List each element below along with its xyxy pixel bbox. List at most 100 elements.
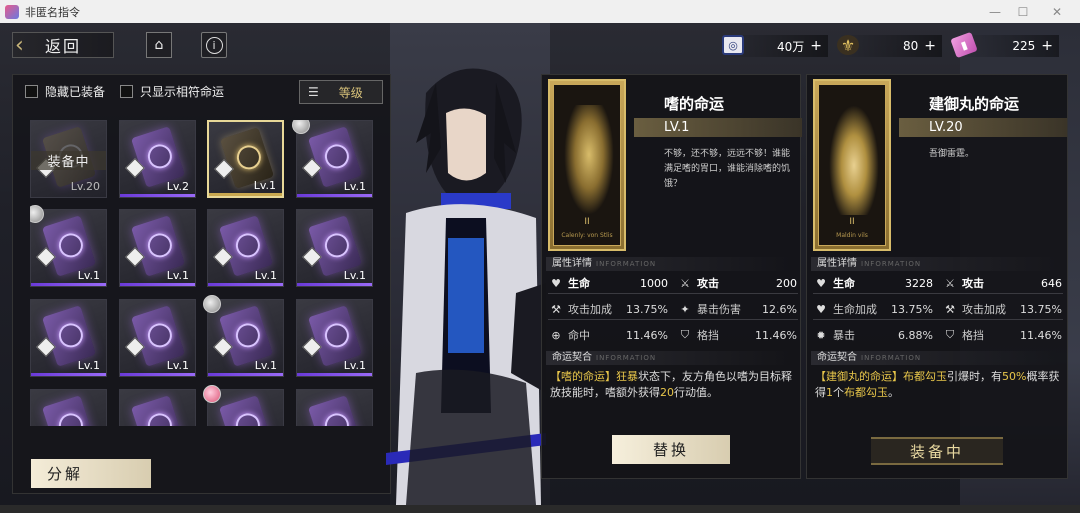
fate-card[interactable]: Lv.1 — [207, 120, 284, 198]
fate-card-art — [307, 395, 363, 426]
stat-label: 格挡 — [962, 329, 984, 342]
fate-card[interactable]: Lv.1 — [296, 209, 373, 287]
fate-card-art — [130, 395, 186, 426]
back-button[interactable]: ‹ 返回 — [12, 32, 114, 58]
fate-inventory-panel: 隐藏已装备 只显示相符命运 ☰ 等级 装备中 Lv.20 Lv.2 Lv.1 Lv.1 L… — [12, 74, 391, 494]
checkbox[interactable] — [25, 85, 38, 98]
fate-card[interactable] — [30, 389, 107, 426]
heart-icon: ♥ — [551, 276, 561, 290]
stat-value: 12.6% — [762, 302, 797, 316]
character-avatar-icon — [203, 385, 221, 403]
stat-value: 3228 — [905, 276, 933, 290]
fate-detail-panel-2: II Maldin vils 建御丸的命运 LV.20 吾御雷霆。 属性详情 IN… — [806, 74, 1068, 479]
stat-label: 暴击 — [833, 329, 855, 342]
stat-label: 命中 — [568, 329, 590, 342]
close-button[interactable]: ✕ — [1040, 0, 1074, 23]
card-level: Lv.1 — [343, 269, 366, 282]
stat-value: 13.75% — [626, 302, 668, 316]
fate-name: 嗜的命运 — [664, 95, 725, 113]
stat-value: 200 — [776, 276, 797, 290]
fate-card-art — [41, 305, 97, 367]
card-roman-numeral: II — [584, 217, 590, 227]
window-title: 非匿名指令 — [25, 5, 80, 19]
fate-card[interactable] — [296, 389, 373, 426]
sort-icon: ☰ — [308, 85, 319, 99]
rarity-bar — [297, 194, 372, 197]
equipped-label: 装备中 — [31, 151, 106, 170]
checkbox[interactable] — [120, 85, 133, 98]
fate-card[interactable]: Lv.1 — [119, 209, 196, 287]
card-level: Lv.1 — [253, 179, 276, 192]
decompose-button[interactable]: 分解 — [31, 459, 151, 488]
fate-card-art — [218, 215, 274, 277]
resource-amount: 225 — [1012, 39, 1036, 53]
sort-button[interactable]: ☰ 等级 — [299, 80, 383, 104]
fate-card[interactable]: Lv.1 — [207, 299, 284, 377]
fate-card[interactable]: Lv.1 — [296, 299, 373, 377]
fate-card-art — [307, 215, 363, 277]
fate-description: 不够，还不够，远远不够！谁能满足嗜的胃口，谁能消除嗜的饥饿？ — [664, 149, 791, 189]
section-skill-header: 命运契合 INFORMATION — [811, 351, 1058, 365]
info-icon: i — [205, 36, 223, 54]
hp-bonus-icon: ♥ — [816, 302, 826, 316]
hide-equipped-filter[interactable]: 隐藏已装备 — [25, 83, 105, 100]
card-caption: Maldin vils — [836, 232, 868, 239]
fate-card[interactable]: Lv.1 — [119, 299, 196, 377]
fate-card-art — [130, 126, 186, 188]
card-level: Lv.1 — [254, 269, 277, 282]
fate-card[interactable]: Lv.1 — [30, 299, 107, 377]
rarity-bar — [297, 373, 372, 376]
fate-card[interactable]: Lv.2 — [119, 120, 196, 198]
stat-label: 生命加成 — [833, 303, 877, 316]
sword-icon: ⚔ — [945, 276, 955, 290]
card-caption: Calenly: von Stlis — [561, 232, 613, 239]
resource-ring: ◎ 40万 + — [722, 35, 828, 57]
stat-divider — [813, 319, 1063, 320]
stat-shield: ⛉ 格挡 11.46% — [942, 327, 1062, 343]
stat-value: 6.88% — [898, 328, 933, 342]
stat-label: 攻击加成 — [568, 303, 612, 316]
fate-card[interactable] — [119, 389, 196, 426]
info-button[interactable]: i — [201, 32, 227, 58]
stat-crit-damage: ✦ 暴击伤害 12.6% — [677, 301, 797, 317]
card-level: Lv.1 — [77, 269, 100, 282]
card-level: Lv.1 — [343, 359, 366, 372]
card-level: Lv.1 — [77, 359, 100, 372]
card-level: Lv.2 — [166, 180, 189, 193]
fate-level: LV.1 — [634, 118, 802, 137]
fate-card[interactable]: Lv.1 — [30, 209, 107, 287]
show-matching-filter[interactable]: 只显示相符命运 — [120, 83, 224, 100]
home-button[interactable]: ⌂ — [146, 32, 172, 58]
card-roman-numeral: II — [849, 217, 855, 227]
fate-level: LV.20 — [899, 118, 1067, 137]
stat-label: 攻击 — [962, 277, 984, 290]
replace-button[interactable]: 替换 — [612, 435, 730, 464]
stat-heart: ♥ 生命 1000 — [548, 275, 668, 291]
add-resource-button[interactable]: + — [924, 38, 936, 54]
stat-divider — [813, 293, 1063, 294]
equipped-button[interactable]: 装备中 — [871, 437, 1003, 465]
fate-card-art — [130, 305, 186, 367]
window-titlebar: 非匿名指令 — ☐ ✕ — [0, 0, 1080, 23]
rarity-bar — [209, 193, 282, 196]
fate-card[interactable]: Lv.1 — [207, 209, 284, 287]
stat-value: 11.46% — [755, 328, 797, 342]
add-resource-button[interactable]: + — [810, 38, 822, 54]
heart-icon: ♥ — [816, 276, 826, 290]
section-skill-header: 命运契合 INFORMATION — [546, 351, 792, 365]
tarot-card-art: II Calenly: von Stlis — [548, 79, 626, 251]
fate-card[interactable]: 装备中 Lv.20 — [30, 120, 107, 198]
section-stats-header: 属性详情 INFORMATION — [546, 257, 792, 271]
rarity-bar — [31, 373, 106, 376]
add-resource-button[interactable]: + — [1041, 38, 1053, 54]
maximize-button[interactable]: ☐ — [1006, 0, 1040, 23]
stat-shield: ⛉ 格挡 11.46% — [677, 327, 797, 343]
shield-icon: ⛉ — [945, 328, 955, 341]
sword-icon: ⚔ — [680, 276, 690, 290]
fate-card[interactable]: Lv.1 — [296, 120, 373, 198]
rarity-bar — [120, 194, 195, 197]
fate-card-art — [218, 395, 274, 426]
attack-bonus-icon: ⚒ — [945, 302, 955, 316]
stat-label: 格挡 — [697, 329, 719, 342]
character-portrait — [386, 68, 546, 505]
